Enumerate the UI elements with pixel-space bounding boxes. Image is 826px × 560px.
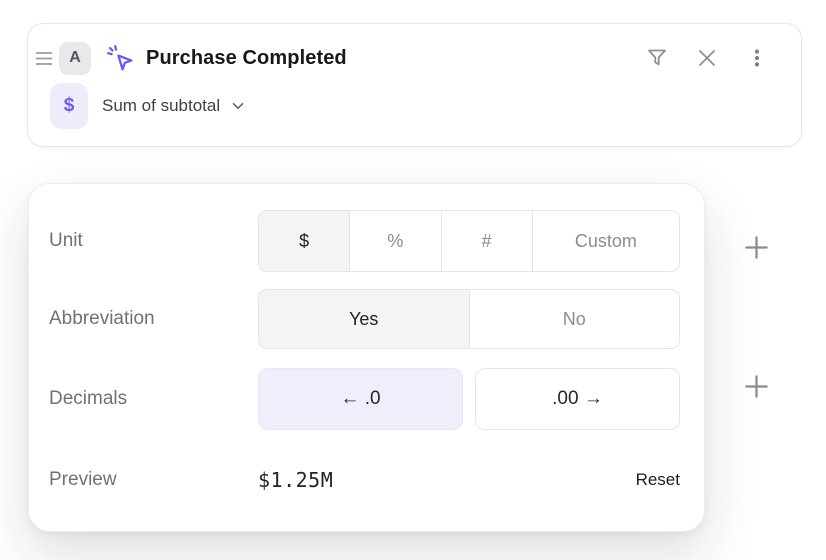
- number-format-popover: Unit $ % # Custom Abbreviation Yes No De…: [28, 183, 705, 532]
- unit-label: Unit: [49, 230, 258, 252]
- row-label-badge: A: [59, 42, 91, 75]
- abbreviation-option-yes[interactable]: Yes: [259, 290, 470, 348]
- drag-handle-icon[interactable]: [34, 50, 54, 66]
- close-icon[interactable]: [693, 44, 721, 72]
- kebab-menu-icon[interactable]: [743, 44, 771, 72]
- cursor-click-icon: [106, 44, 135, 73]
- abbreviation-label: Abbreviation: [49, 308, 258, 330]
- measure-label[interactable]: Sum of subtotal: [102, 96, 220, 116]
- preview-row: Preview $1.25M Reset: [49, 466, 680, 494]
- unit-segmented-control: $ % # Custom: [258, 210, 680, 272]
- preview-value: $1.25M: [258, 468, 333, 492]
- abbreviation-option-no[interactable]: No: [470, 290, 680, 348]
- decimals-controls: ← .0 .00 →: [258, 368, 680, 430]
- abbreviation-segmented-control: Yes No: [258, 289, 680, 349]
- decimals-label: Decimals: [49, 388, 258, 410]
- unit-row: Unit $ % # Custom: [49, 210, 680, 272]
- add-metric-button-bottom[interactable]: [742, 372, 770, 400]
- unit-option-dollar[interactable]: $: [259, 211, 350, 271]
- unit-option-percent[interactable]: %: [350, 211, 441, 271]
- preview-label: Preview: [49, 469, 258, 491]
- metric-card-actions: [643, 44, 771, 72]
- reset-button[interactable]: Reset: [636, 470, 680, 490]
- metric-card-header: A Purchase Completed: [34, 40, 771, 76]
- abbreviation-row: Abbreviation Yes No: [49, 289, 680, 349]
- metric-measure-row[interactable]: $ Sum of subtotal: [50, 83, 771, 129]
- add-metric-button-top[interactable]: [742, 233, 770, 261]
- decrease-decimals-button[interactable]: ← .0: [258, 368, 463, 430]
- event-title[interactable]: Purchase Completed: [146, 47, 347, 70]
- filter-funnel-icon[interactable]: [643, 44, 671, 72]
- chevron-down-icon[interactable]: [229, 97, 247, 115]
- metric-card: A Purchase Completed: [27, 23, 802, 147]
- decimals-row: Decimals ← .0 .00 →: [49, 368, 680, 430]
- unit-option-custom[interactable]: Custom: [533, 211, 679, 271]
- unit-option-number[interactable]: #: [442, 211, 533, 271]
- dollar-unit-badge: $: [50, 83, 88, 129]
- increase-decimals-button[interactable]: .00 →: [475, 368, 680, 430]
